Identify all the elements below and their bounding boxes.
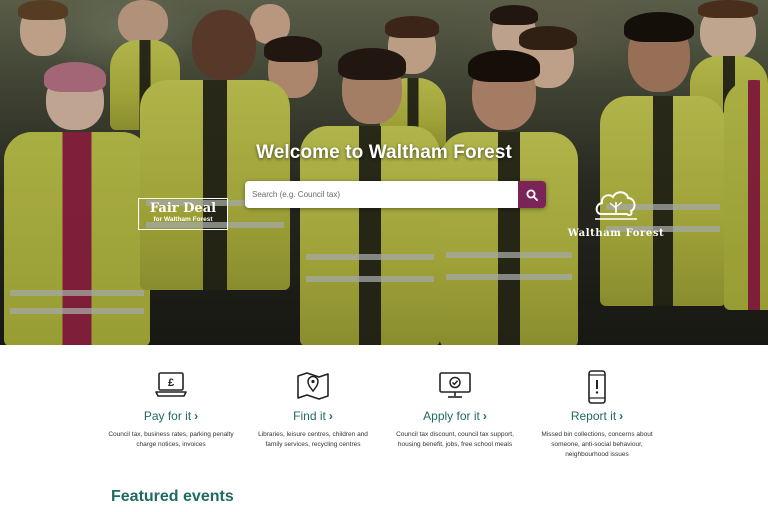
svg-text:£: £: [168, 377, 174, 389]
featured-events-heading: Featured events: [111, 488, 234, 505]
service-title[interactable]: Report it ›: [571, 409, 623, 423]
map-pin-icon: [297, 372, 329, 400]
hero-banner: Welcome to Waltham Forest Fair Deal for …: [0, 0, 768, 345]
search-button[interactable]: [518, 181, 546, 208]
chevron-right-icon: ›: [619, 409, 624, 423]
service-pay[interactable]: £ Pay for it › Council tax, business rate…: [100, 345, 242, 470]
service-description: Council tax, business rates, parking pen…: [108, 431, 234, 449]
service-apply[interactable]: Apply for it › Council tax discount, coun…: [384, 345, 526, 470]
service-description: Missed bin collections, concerns about s…: [541, 431, 653, 459]
hero-overlay: [0, 0, 768, 345]
brand-name: Waltham Forest: [567, 228, 665, 239]
service-report[interactable]: Report it › Missed bin collections, conce…: [526, 345, 668, 470]
fair-deal-logo[interactable]: Fair Deal for Waltham Forest: [138, 198, 228, 230]
chevron-right-icon: ›: [328, 409, 333, 423]
waltham-forest-logo[interactable]: Waltham Forest: [566, 188, 666, 244]
search-input[interactable]: [245, 181, 518, 208]
laptop-pound-icon: £: [155, 372, 187, 397]
fair-deal-main: Fair Deal: [149, 201, 217, 216]
service-description: Libraries, leisure centres, children and…: [258, 431, 368, 449]
service-title[interactable]: Apply for it ›: [423, 409, 487, 423]
service-title[interactable]: Pay for it ›: [144, 409, 198, 423]
fair-deal-sub: for Waltham Forest: [153, 216, 213, 223]
services-row: £ Pay for it › Council tax, business rate…: [0, 345, 768, 470]
page-title: Welcome to Waltham Forest: [256, 142, 512, 163]
tree-icon: [595, 191, 637, 220]
monitor-check-icon: [439, 372, 471, 398]
phone-alert-icon: [588, 370, 606, 404]
chevron-right-icon: ›: [194, 409, 199, 423]
service-description: Council tax discount, council tax suppor…: [396, 431, 514, 449]
search-bar: [245, 181, 546, 208]
search-icon: [526, 189, 538, 201]
service-find[interactable]: Find it › Libraries, leisure centres, chi…: [242, 345, 384, 470]
chevron-right-icon: ›: [482, 409, 487, 423]
service-title[interactable]: Find it ›: [293, 409, 333, 423]
